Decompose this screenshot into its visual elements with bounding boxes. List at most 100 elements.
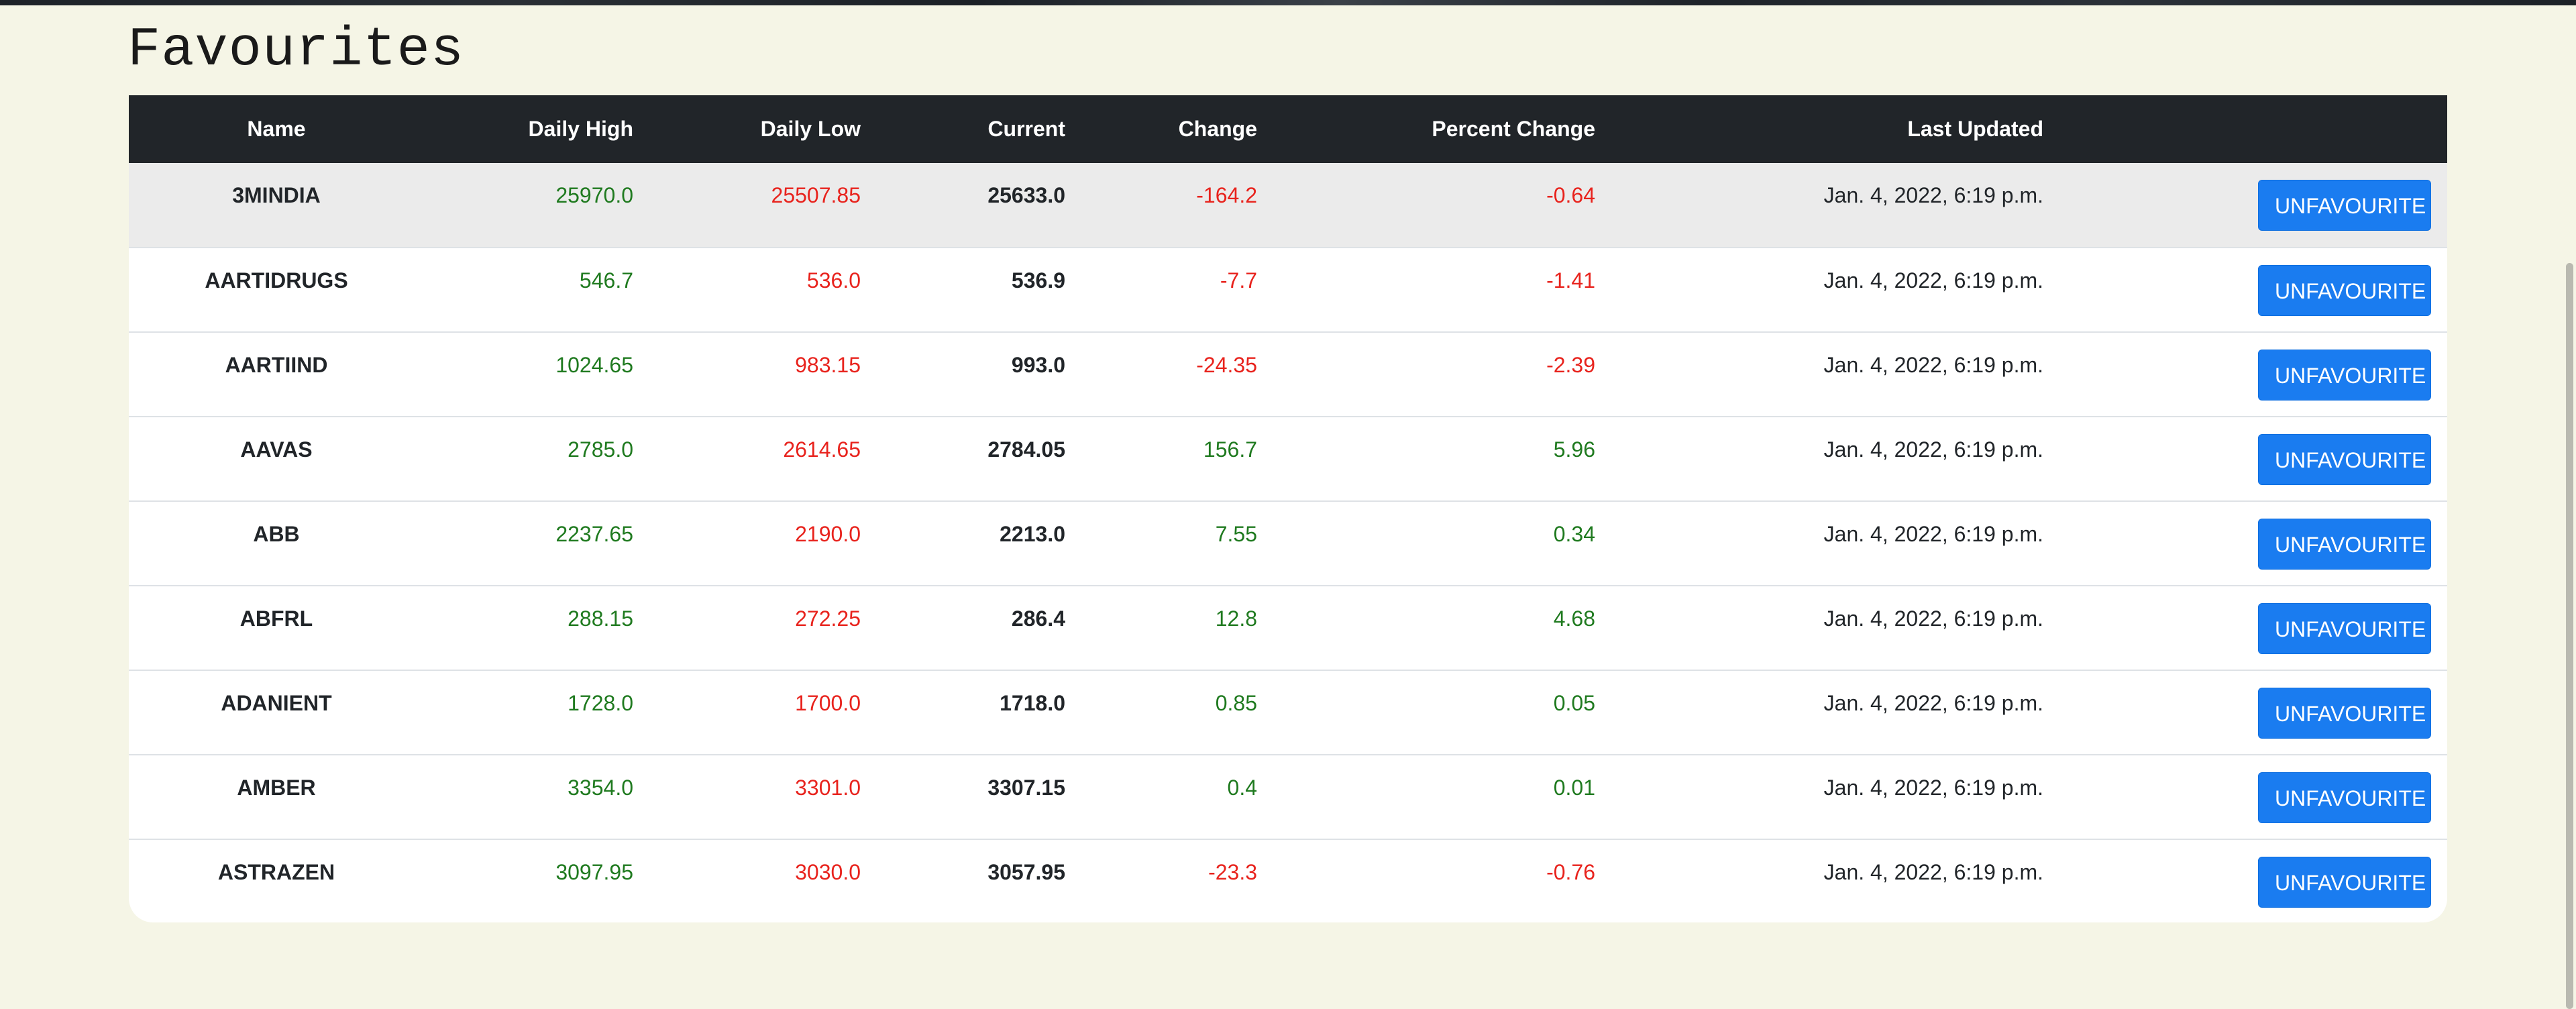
table-header: Name Daily High Daily Low Current Change… [129, 95, 2447, 163]
stock-name: ADANIENT [221, 691, 332, 715]
favourites-table-card: Name Daily High Daily Low Current Change… [129, 95, 2447, 922]
table-row: AMBER 3354.0 3301.0 3307.15 0.4 0.01 Jan… [129, 755, 2447, 839]
daily-high: 2237.65 [555, 522, 633, 546]
top-header-strip [0, 0, 2576, 5]
last-updated: Jan. 4, 2022, 6:19 p.m. [1823, 522, 2043, 546]
current-price: 536.9 [1011, 268, 1065, 293]
current-price: 3307.15 [987, 776, 1065, 800]
action-cell: UNFAVOURITE [2061, 163, 2447, 248]
table-row: AARTIDRUGS 546.7 536.0 536.9 -7.7 -1.41 … [129, 248, 2447, 332]
action-cell: UNFAVOURITE [2061, 248, 2447, 332]
daily-high: 3354.0 [568, 776, 633, 800]
stock-name: 3MINDIA [232, 183, 321, 207]
percent-change: -2.39 [1546, 353, 1595, 377]
column-header-percent-change: Percent Change [1432, 117, 1595, 141]
daily-low: 983.15 [795, 353, 861, 377]
unfavourite-button[interactable]: UNFAVOURITE [2258, 772, 2431, 823]
column-header-name: Name [247, 117, 306, 141]
current-price: 2213.0 [1000, 522, 1065, 546]
stock-name: ABB [253, 522, 300, 546]
column-header-last-updated: Last Updated [1907, 117, 2043, 141]
unfavourite-button[interactable]: UNFAVOURITE [2258, 434, 2431, 485]
table-body: 3MINDIA 25970.0 25507.85 25633.0 -164.2 … [129, 163, 2447, 922]
current-price: 286.4 [1011, 606, 1065, 631]
percent-change: -1.41 [1546, 268, 1595, 293]
daily-low: 3301.0 [795, 776, 861, 800]
stock-name: AMBER [237, 776, 316, 800]
change-value: 7.55 [1215, 522, 1257, 546]
header-row: Name Daily High Daily Low Current Change… [129, 95, 2447, 163]
daily-high: 546.7 [579, 268, 633, 293]
daily-high: 3097.95 [555, 860, 633, 884]
percent-change: 4.68 [1553, 606, 1595, 631]
table-row: ABB 2237.65 2190.0 2213.0 7.55 0.34 Jan.… [129, 501, 2447, 586]
daily-low: 25507.85 [771, 183, 861, 207]
unfavourite-button[interactable]: UNFAVOURITE [2258, 519, 2431, 570]
action-cell: UNFAVOURITE [2061, 839, 2447, 922]
last-updated: Jan. 4, 2022, 6:19 p.m. [1823, 268, 2043, 293]
change-value: 12.8 [1215, 606, 1257, 631]
last-updated: Jan. 4, 2022, 6:19 p.m. [1823, 183, 2043, 207]
daily-high: 1728.0 [568, 691, 633, 715]
unfavourite-button[interactable]: UNFAVOURITE [2258, 603, 2431, 654]
action-cell: UNFAVOURITE [2061, 755, 2447, 839]
column-header-action [2061, 95, 2447, 163]
stock-name: ABFRL [239, 606, 313, 631]
change-value: 156.7 [1203, 437, 1257, 462]
stock-name: AAVAS [240, 437, 313, 462]
column-header-daily-high: Daily High [528, 117, 633, 141]
stock-name: AARTIIND [225, 353, 328, 377]
daily-low: 3030.0 [795, 860, 861, 884]
action-cell: UNFAVOURITE [2061, 501, 2447, 586]
table-row: 3MINDIA 25970.0 25507.85 25633.0 -164.2 … [129, 163, 2447, 248]
current-price: 3057.95 [987, 860, 1065, 884]
table-row: AAVAS 2785.0 2614.65 2784.05 156.7 5.96 … [129, 417, 2447, 501]
scrollbar-thumb[interactable] [2566, 263, 2573, 1009]
last-updated: Jan. 4, 2022, 6:19 p.m. [1823, 691, 2043, 715]
last-updated: Jan. 4, 2022, 6:19 p.m. [1823, 776, 2043, 800]
table-row: ASTRAZEN 3097.95 3030.0 3057.95 -23.3 -0… [129, 839, 2447, 922]
daily-low: 2614.65 [783, 437, 861, 462]
current-price: 2784.05 [987, 437, 1065, 462]
daily-low: 536.0 [806, 268, 861, 293]
percent-change: 5.96 [1553, 437, 1595, 462]
unfavourite-button[interactable]: UNFAVOURITE [2258, 265, 2431, 316]
percent-change: -0.64 [1546, 183, 1595, 207]
last-updated: Jan. 4, 2022, 6:19 p.m. [1823, 606, 2043, 631]
change-value: -23.3 [1208, 860, 1257, 884]
percent-change: 0.01 [1553, 776, 1595, 800]
page-title: Favourites [127, 19, 465, 81]
daily-high: 288.15 [568, 606, 633, 631]
favourites-table: Name Daily High Daily Low Current Change… [129, 95, 2447, 922]
last-updated: Jan. 4, 2022, 6:19 p.m. [1823, 437, 2043, 462]
table-row: AARTIIND 1024.65 983.15 993.0 -24.35 -2.… [129, 332, 2447, 417]
last-updated: Jan. 4, 2022, 6:19 p.m. [1823, 353, 2043, 377]
daily-high: 25970.0 [555, 183, 633, 207]
change-value: -7.7 [1220, 268, 1257, 293]
change-value: -24.35 [1196, 353, 1257, 377]
stock-name: ASTRAZEN [217, 860, 335, 884]
change-value: -164.2 [1196, 183, 1257, 207]
daily-high: 2785.0 [568, 437, 633, 462]
action-cell: UNFAVOURITE [2061, 417, 2447, 501]
daily-low: 1700.0 [795, 691, 861, 715]
unfavourite-button[interactable]: UNFAVOURITE [2258, 180, 2431, 231]
table-row: ABFRL 288.15 272.25 286.4 12.8 4.68 Jan.… [129, 586, 2447, 670]
action-cell: UNFAVOURITE [2061, 670, 2447, 755]
stock-name: AARTIDRUGS [205, 268, 348, 293]
unfavourite-button[interactable]: UNFAVOURITE [2258, 350, 2431, 401]
percent-change: 0.34 [1553, 522, 1595, 546]
table-row: ADANIENT 1728.0 1700.0 1718.0 0.85 0.05 … [129, 670, 2447, 755]
daily-high: 1024.65 [555, 353, 633, 377]
daily-low: 2190.0 [795, 522, 861, 546]
change-value: 0.4 [1227, 776, 1257, 800]
percent-change: 0.05 [1553, 691, 1595, 715]
column-header-change: Change [1178, 117, 1257, 141]
last-updated: Jan. 4, 2022, 6:19 p.m. [1823, 860, 2043, 884]
current-price: 993.0 [1011, 353, 1065, 377]
daily-low: 272.25 [795, 606, 861, 631]
column-header-current: Current [987, 117, 1065, 141]
unfavourite-button[interactable]: UNFAVOURITE [2258, 688, 2431, 739]
current-price: 1718.0 [1000, 691, 1065, 715]
unfavourite-button[interactable]: UNFAVOURITE [2258, 857, 2431, 908]
